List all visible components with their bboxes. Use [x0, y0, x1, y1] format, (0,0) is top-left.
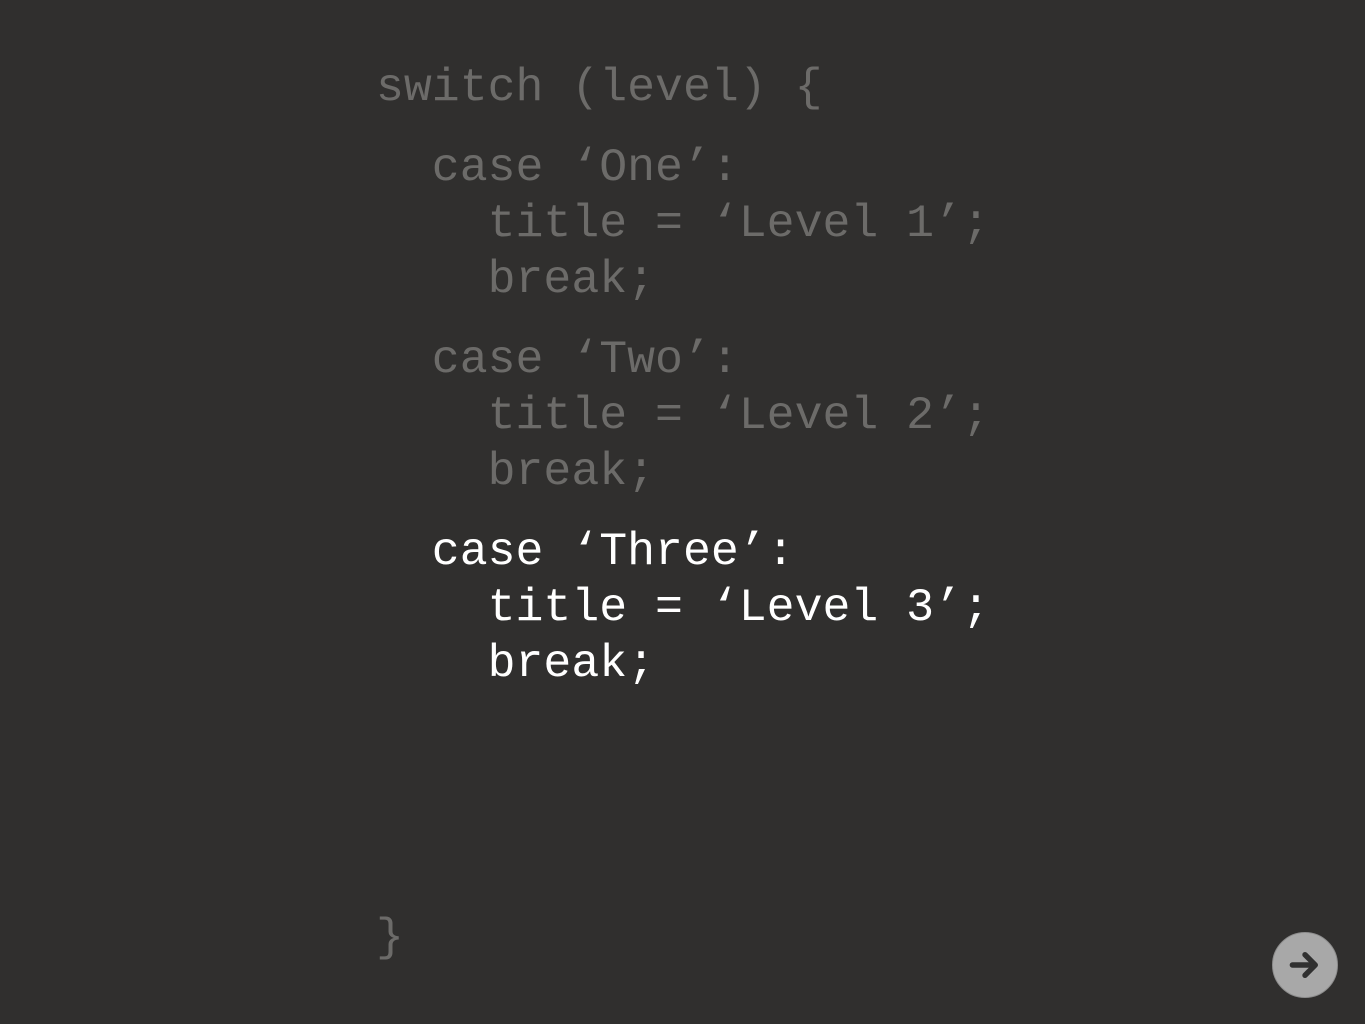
code-line-break-3: break;	[376, 637, 656, 690]
code-line-break-1: break;	[376, 253, 656, 306]
code-line-case-two: case ‘Two’:	[376, 333, 739, 386]
code-line-break-2: break;	[376, 445, 656, 498]
code-line-switch: switch (level) {	[376, 61, 823, 114]
slide: switch (level) { case ‘One’: title = ‘Le…	[0, 0, 1365, 1024]
code-line-title-level-1: title = ‘Level 1’;	[376, 197, 990, 250]
code-line-title-level-2: title = ‘Level 2’;	[376, 389, 990, 442]
next-slide-button[interactable]	[1272, 932, 1338, 998]
code-line-title-level-3: title = ‘Level 3’;	[376, 581, 990, 634]
code-line-case-one: case ‘One’:	[376, 141, 739, 194]
arrow-right-icon	[1286, 946, 1324, 984]
code-line-case-three: case ‘Three’:	[376, 525, 795, 578]
code-line-closing-brace: }	[376, 911, 404, 964]
